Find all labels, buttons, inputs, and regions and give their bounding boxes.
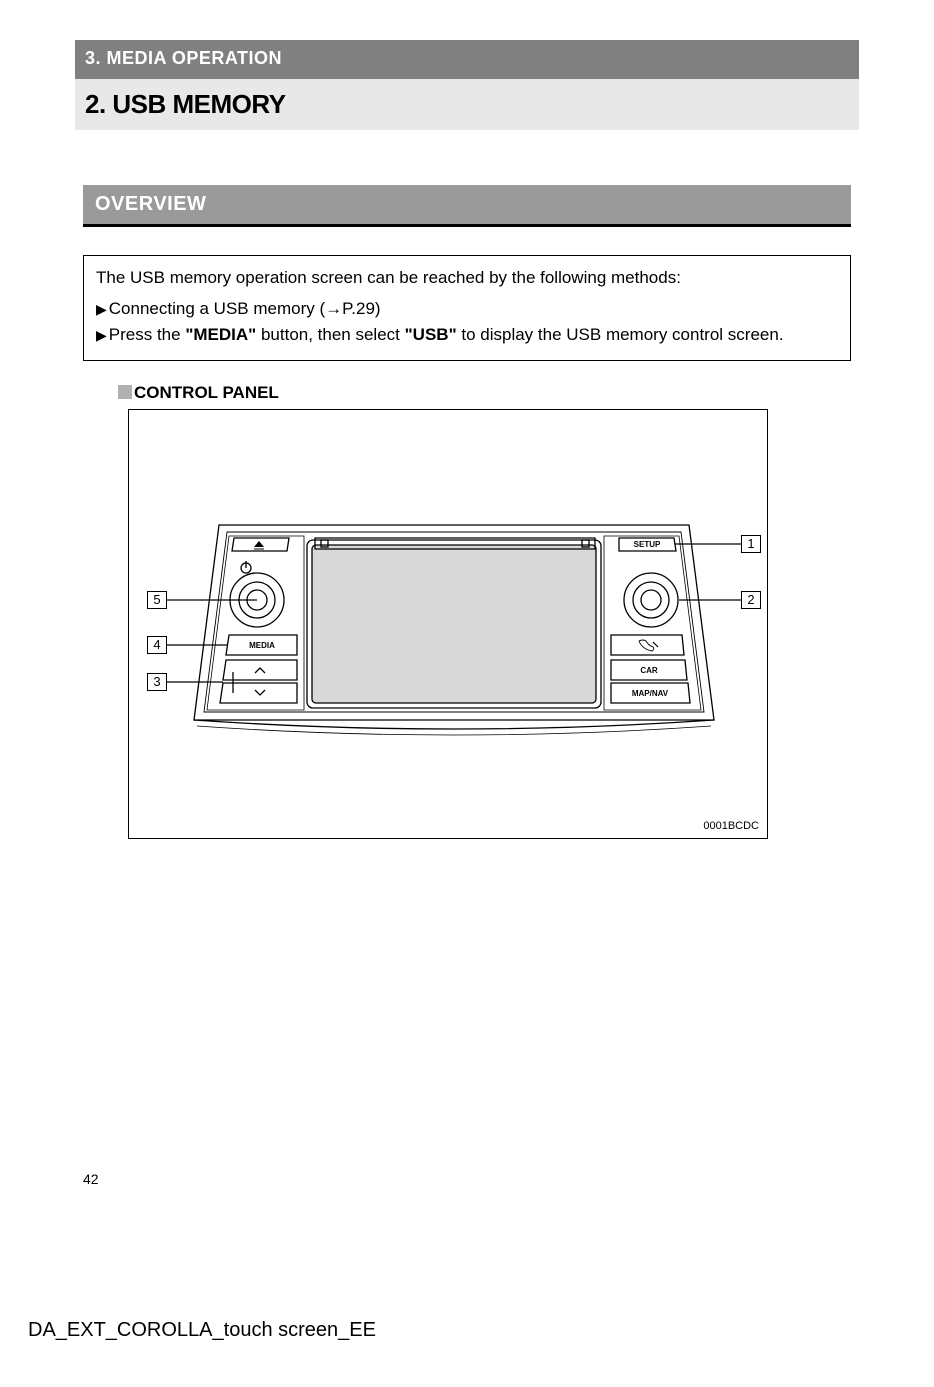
callout-5: 5 <box>147 591 167 609</box>
callout-4: 4 <box>147 636 167 654</box>
text-fragment: Press the <box>109 325 186 344</box>
triangle-icon: ▶ <box>96 297 107 321</box>
control-panel-heading: CONTROL PANEL <box>118 383 851 403</box>
info-intro: The USB memory operation screen can be r… <box>96 266 838 291</box>
usb-label: "USB" <box>405 325 457 344</box>
callout-2: 2 <box>741 591 761 609</box>
diagram-frame: SETUP MEDIA CAR MAP/NAV 1 2 3 4 5 0001BC… <box>128 409 768 839</box>
info-line-2: ▶ Press the "MEDIA" button, then select … <box>96 323 838 348</box>
overview-heading: OVERVIEW <box>83 185 851 227</box>
setup-button-label: SETUP <box>634 540 661 549</box>
square-bullet-icon <box>118 385 132 399</box>
diagram-code: 0001BCDC <box>703 820 759 832</box>
car-button-label: CAR <box>640 666 658 675</box>
callout-3: 3 <box>147 673 167 691</box>
text-fragment: button, then select <box>256 325 404 344</box>
page-number: 42 <box>83 1171 99 1187</box>
control-panel-diagram: SETUP MEDIA CAR MAP/NAV <box>129 410 769 840</box>
triangle-icon: ▶ <box>96 323 107 347</box>
callout-1: 1 <box>741 535 761 553</box>
info-text-2: Press the "MEDIA" button, then select "U… <box>109 323 838 348</box>
document-page: 3. MEDIA OPERATION 2. USB MEMORY OVERVIE… <box>0 0 934 1387</box>
section-header: 3. MEDIA OPERATION <box>75 40 859 79</box>
info-text-1: Connecting a USB memory (→P.29) <box>109 297 838 322</box>
info-line-1: ▶ Connecting a USB memory (→P.29) <box>96 297 838 322</box>
footer-text: DA_EXT_COROLLA_touch screen_EE <box>28 1319 376 1342</box>
control-panel-label: CONTROL PANEL <box>134 383 279 402</box>
title-bar: 2. USB MEMORY <box>75 79 859 130</box>
page-title: 2. USB MEMORY <box>85 89 849 120</box>
media-button-label: MEDIA <box>249 641 275 650</box>
media-label: "MEDIA" <box>185 325 256 344</box>
mapnav-button-label: MAP/NAV <box>632 689 669 698</box>
info-box: The USB memory operation screen can be r… <box>83 255 851 361</box>
text-fragment: to display the USB memory control screen… <box>457 325 784 344</box>
content-area: OVERVIEW The USB memory operation screen… <box>75 185 859 839</box>
